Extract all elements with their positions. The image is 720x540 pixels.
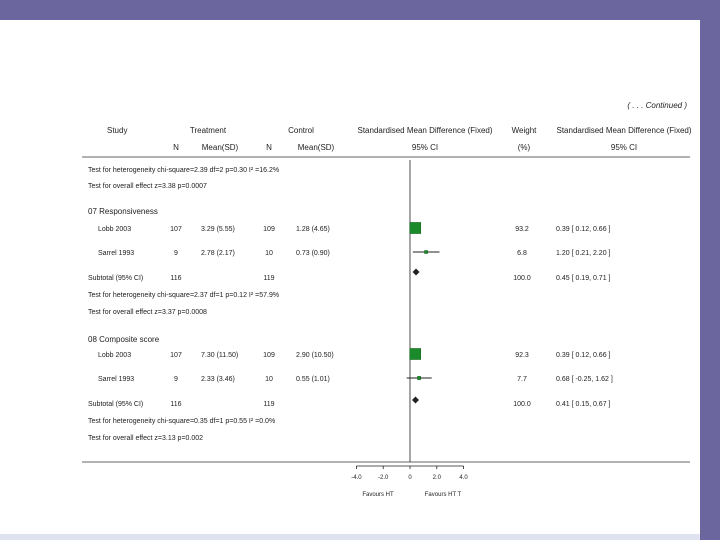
continued-note: ( . . . Continued ) xyxy=(627,101,687,110)
header-pct: (%) xyxy=(518,143,531,152)
study-weight: 7.7 xyxy=(517,376,527,383)
subtotal-n1-1: 116 xyxy=(170,275,181,282)
header-control: Control xyxy=(288,126,314,135)
study-n-treatment: 107 xyxy=(170,226,182,233)
favours-left-label: Favours HT xyxy=(362,492,394,498)
header-ci: 95% CI xyxy=(412,143,438,152)
study-ci: 0.39 [ 0.12, 0.66 ] xyxy=(556,352,611,359)
study-weight: 93.2 xyxy=(515,226,529,233)
header-smd-2: Standardised Mean Difference (Fixed) xyxy=(556,126,691,135)
header-n-treatment: N xyxy=(173,143,179,152)
study-mean-treatment: 3.29 (5.55) xyxy=(201,226,235,233)
overall-prev: Test for overall effect z=3.38 p=0.0007 xyxy=(88,183,207,190)
study-name: Lobb 2003 xyxy=(98,226,131,233)
x-tick-label: 4.0 xyxy=(459,475,468,481)
study-effect-box xyxy=(417,376,421,380)
overall-2: Test for overall effect z=3.13 p=0.002 xyxy=(88,435,203,442)
study-name: Lobb 2003 xyxy=(98,352,131,359)
header-smd: Standardised Mean Difference (Fixed) xyxy=(357,126,492,135)
het-prev: Test for heterogeneity chi-square=2.39 d… xyxy=(88,167,279,174)
study-n-control: 109 xyxy=(263,226,275,233)
study-n-treatment: 9 xyxy=(174,376,178,383)
favours-right-label: Favours HT T xyxy=(425,492,462,498)
frame-bottom-bar xyxy=(0,534,700,540)
study-n-treatment: 107 xyxy=(170,352,182,359)
x-tick-label: 2.0 xyxy=(433,475,442,481)
study-name: Sarrel 1993 xyxy=(98,376,134,383)
x-tick-label: -4.0 xyxy=(351,475,362,481)
subtotal-n1-2: 116 xyxy=(170,401,181,408)
study-mean-treatment: 7.30 (11.50) xyxy=(201,352,238,359)
group-label-2: 08 Composite score xyxy=(88,335,160,344)
group-label-1: 07 Responsiveness xyxy=(88,207,158,216)
study-ci: 1.20 [ 0.21, 2.20 ] xyxy=(556,250,611,257)
study-effect-box xyxy=(424,250,428,254)
x-axis: -4.0 -2.0 0 2.0 4.0 xyxy=(351,465,468,481)
study-weight: 6.8 xyxy=(517,250,527,257)
forest-plot: ( . . . Continued ) Study Treatment Cont… xyxy=(82,101,692,498)
frame-right-bar xyxy=(700,0,720,540)
study-mean-control: 1.28 (4.65) xyxy=(296,226,330,233)
study-mean-control: 0.55 (1.01) xyxy=(296,376,330,383)
subtotal-weight-2: 100.0 xyxy=(513,401,531,408)
study-name: Sarrel 1993 xyxy=(98,250,134,257)
header-n-control: N xyxy=(266,143,272,152)
study-mean-control: 2.90 (10.50) xyxy=(296,352,334,359)
het-1: Test for heterogeneity chi-square=2.37 d… xyxy=(88,292,279,299)
study-n-control: 10 xyxy=(265,250,273,257)
header-weight: Weight xyxy=(512,126,538,135)
header-mean-control: Mean(SD) xyxy=(298,143,335,152)
subtotal-ci-2: 0.41 [ 0.15, 0.67 ] xyxy=(556,401,611,408)
forest-marks xyxy=(406,160,440,462)
study-n-control: 10 xyxy=(265,376,273,383)
subtotal-ci-1: 0.45 [ 0.19, 0.71 ] xyxy=(556,275,611,282)
subtotal-diamond xyxy=(412,396,419,404)
subtotal-diamond xyxy=(412,268,420,276)
study-mean-treatment: 2.33 (3.46) xyxy=(201,376,235,383)
header-study: Study xyxy=(107,126,127,135)
study-effect-box xyxy=(409,222,422,234)
x-tick-label: 0 xyxy=(408,475,412,481)
header-mean-treatment: Mean(SD) xyxy=(202,143,239,152)
study-rows: Lobb 2003 107 3.29 (5.55) 109 1.28 (4.65) 93.… xyxy=(98,226,613,383)
study-effect-box xyxy=(409,348,422,360)
study-mean-treatment: 2.78 (2.17) xyxy=(201,250,235,257)
header-ci-2: 95% CI xyxy=(611,143,637,152)
subtotal-label-1: Subtotal (95% CI) xyxy=(88,275,143,282)
subtotal-n2-1: 119 xyxy=(263,275,274,282)
study-ci: 0.39 [ 0.12, 0.66 ] xyxy=(556,226,611,233)
study-ci: 0.68 [ -0.25, 1.62 ] xyxy=(556,376,613,383)
subtotal-weight-1: 100.0 xyxy=(513,275,531,282)
x-tick-label: -2.0 xyxy=(378,475,389,481)
het-2: Test for heterogeneity chi-square=0.35 d… xyxy=(88,418,275,425)
study-weight: 92.3 xyxy=(515,352,529,359)
study-n-control: 109 xyxy=(263,352,275,359)
study-n-treatment: 9 xyxy=(174,250,178,257)
subtotal-label-2: Subtotal (95% CI) xyxy=(88,401,143,408)
study-mean-control: 0.73 (0.90) xyxy=(296,250,330,257)
subtotal-n2-2: 119 xyxy=(263,401,274,408)
overall-1: Test for overall effect z=3.37 p=0.0008 xyxy=(88,309,207,316)
header-treatment: Treatment xyxy=(190,126,227,135)
